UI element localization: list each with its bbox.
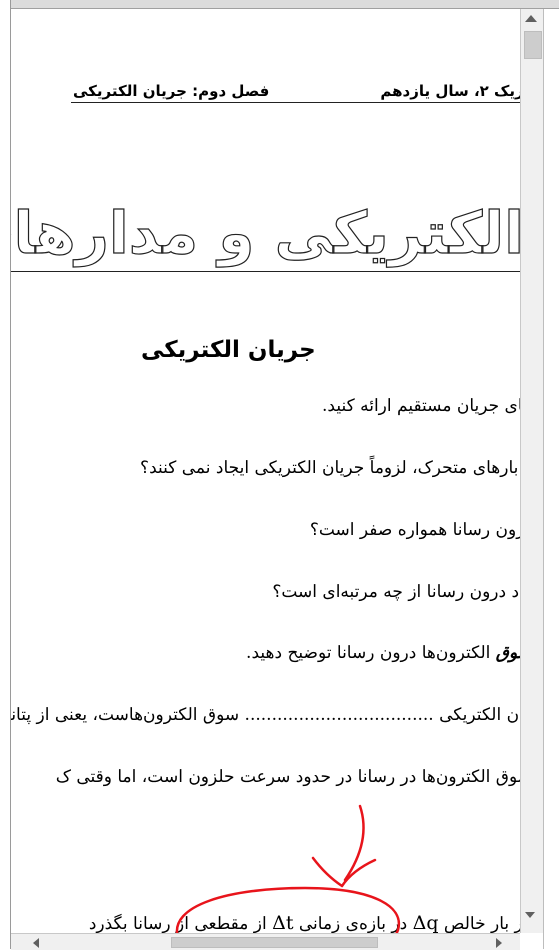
red-annotation — [175, 804, 401, 949]
scroll-down-icon[interactable] — [525, 912, 535, 918]
scroll-right-icon[interactable] — [496, 938, 502, 948]
annotation-arrow-head — [311, 856, 377, 888]
vertical-scroll-thumb[interactable] — [524, 31, 542, 59]
scroll-left-icon[interactable] — [33, 938, 39, 948]
horizontal-scroll-thumb[interactable] — [171, 937, 378, 948]
window-right-border — [543, 9, 559, 949]
scroll-up-icon[interactable] — [525, 15, 537, 22]
horizontal-scrollbar[interactable] — [11, 933, 520, 950]
vertical-scrollbar[interactable] — [520, 9, 543, 933]
